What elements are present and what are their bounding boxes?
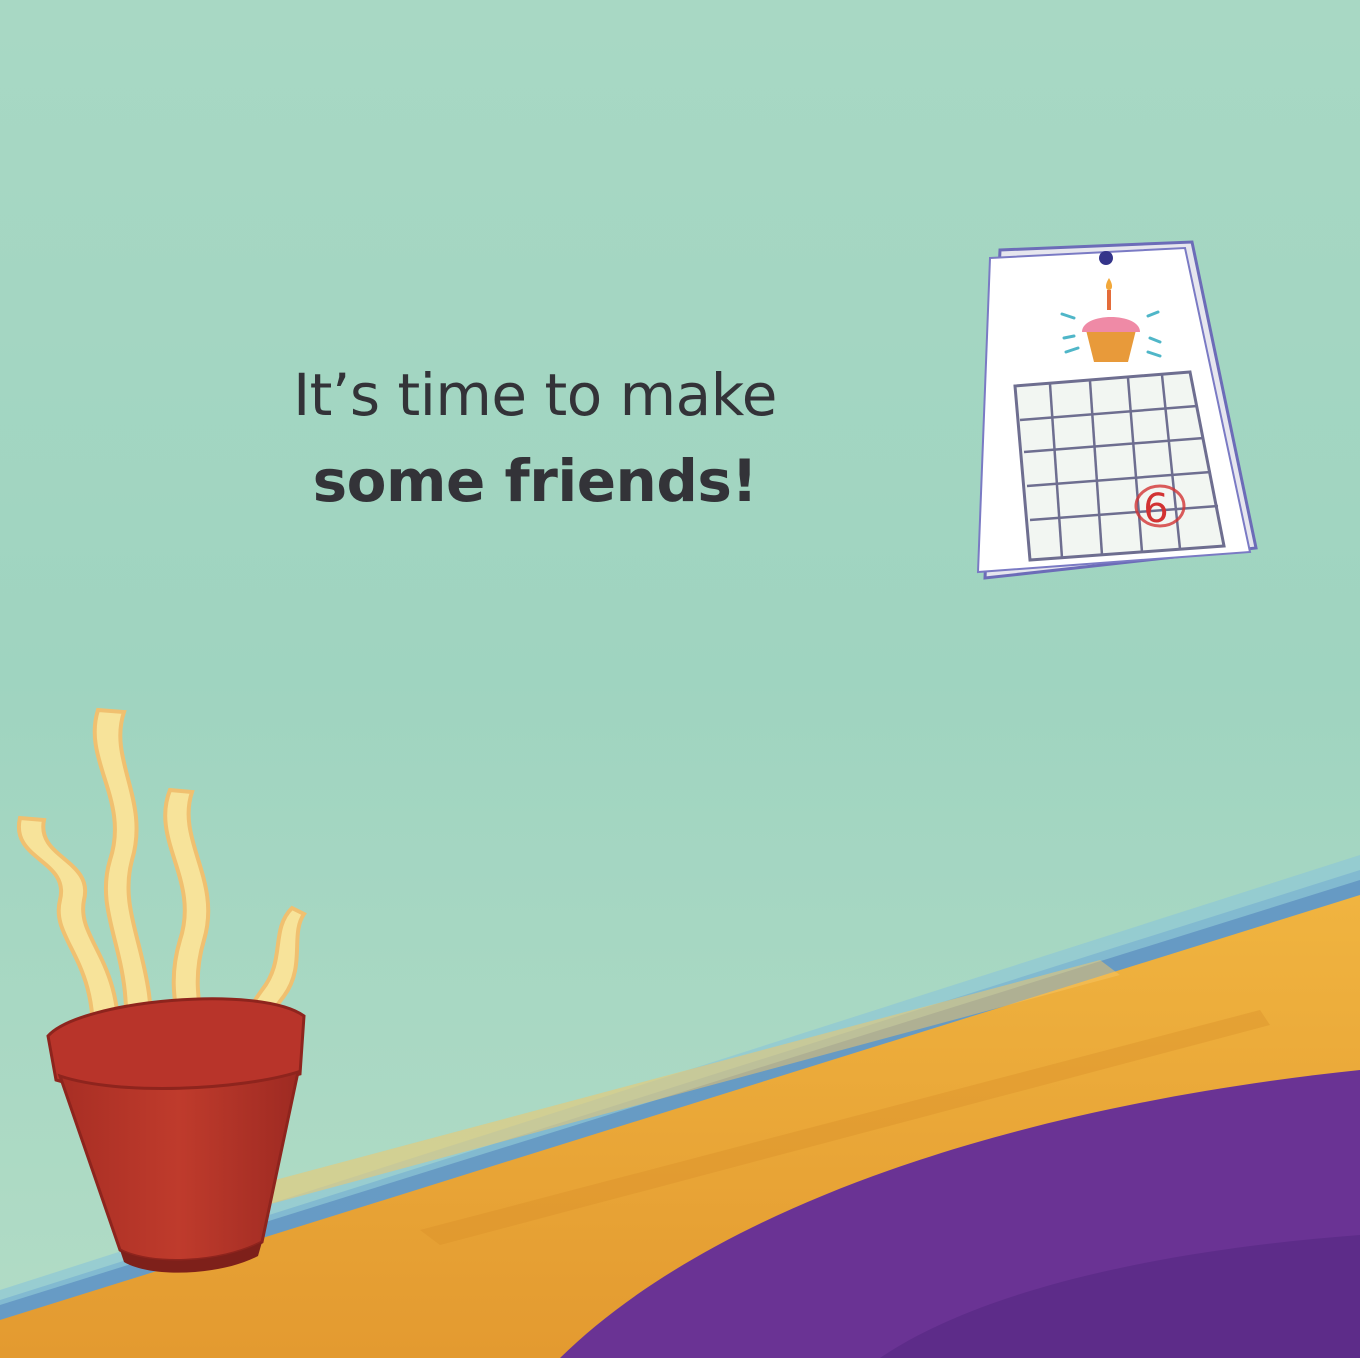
- page-caption: It’s time to make some friends!: [200, 352, 870, 524]
- illustration-scene: 6: [0, 0, 1360, 1358]
- storybook-page: 6 It’s time to make some friends!: [0, 0, 1360, 1358]
- caption-line-2: some friends!: [312, 447, 758, 515]
- caption-line-1: It’s time to make: [293, 361, 777, 429]
